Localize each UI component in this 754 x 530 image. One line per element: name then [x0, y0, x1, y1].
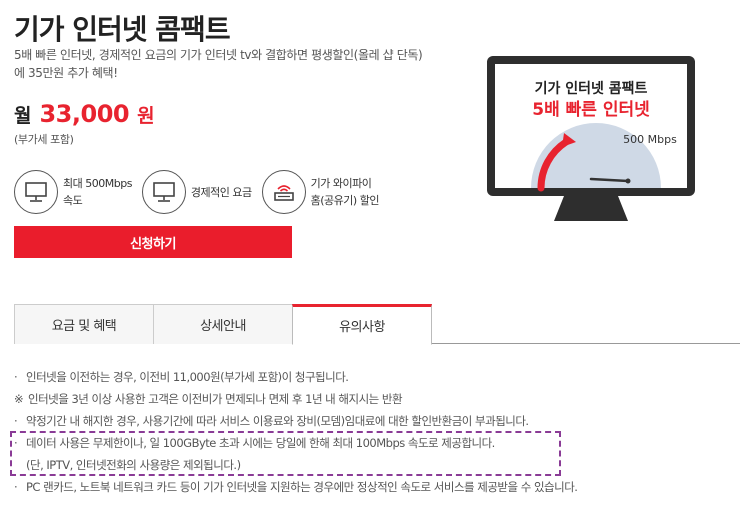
feature-speed: 최대 500Mbps 속도: [14, 170, 132, 214]
list-item: · 인터넷을 이전하는 경우, 이전비 11,000원(부가세 포함)이 청구됩…: [14, 370, 349, 384]
feature-wifi-line2: 홈(공유기) 할인: [310, 194, 380, 207]
price-amount: 33,000: [39, 100, 130, 128]
feature-wifi: 기가 와이파이 홈(공유기) 할인: [261, 170, 380, 214]
apply-button[interactable]: 신청하기: [14, 226, 292, 258]
feature-price-line1: 경제적인 요금: [190, 185, 252, 199]
product-description: 5배 빠른 인터넷, 경제적인 요금의 기가 인터넷 tv와 결합하면 평생할인…: [14, 48, 423, 80]
tab-bar: 요금 및 혜택 상세안내 유의사항: [14, 304, 740, 345]
list-item: · PC 랜카드, 노트북 네트워크 카드 등이 기가 인터넷을 지원하는 경우…: [14, 480, 578, 494]
list-item: · 약정기간 내 해지한 경우, 사용기간에 따라 서비스 이용료와 장비(모뎀…: [14, 414, 529, 428]
tv-line1: 기가 인터넷 콤팩트: [535, 80, 648, 97]
tv-speed: 500 Mbps: [623, 133, 677, 146]
price-prefix: 월: [14, 105, 32, 127]
wifi-router-icon: [261, 170, 306, 214]
price-row: 월 33,000 원: [14, 100, 155, 128]
monitor-icon: [141, 170, 186, 214]
product-title: 기가 인터넷 콤팩트: [14, 13, 231, 46]
notice-list: · 인터넷을 이전하는 경우, 이전비 11,000원(부가세 포함)이 청구됩…: [14, 368, 744, 500]
tv-illustration: 기가 인터넷 콤팩트 5배 빠른 인터넷 500 Mbps: [487, 56, 695, 221]
list-item: (단, IPTV, 인터넷전화의 사용량은 제외됩니다.): [26, 458, 241, 472]
feature-price: 경제적인 요금: [141, 170, 252, 214]
price-unit: 원: [137, 105, 155, 127]
tab-notice[interactable]: 유의사항: [292, 304, 432, 345]
feature-wifi-line1: 기가 와이파이: [310, 177, 372, 190]
feature-speed-line1: 최대 500Mbps: [63, 177, 132, 190]
tab-details[interactable]: 상세안내: [153, 304, 293, 344]
tab-pricing[interactable]: 요금 및 혜택: [14, 304, 154, 344]
feature-list: 최대 500Mbps 속도 경제적인 요금 기가 와이파이 홈(공유기) 할인: [14, 170, 389, 214]
monitor-icon: [14, 170, 58, 214]
vat-note: (부가세 포함): [14, 133, 74, 146]
tv-line2: 5배 빠른 인터넷: [532, 100, 650, 120]
list-item: ※ 인터넷을 3년 이상 사용한 고객은 이전비가 면제되나 면제 후 1년 내…: [14, 392, 403, 406]
list-item: · 데이터 사용은 무제한이나, 일 100GByte 초과 시에는 당일에 한…: [14, 436, 495, 450]
feature-speed-line2: 속도: [63, 194, 83, 207]
